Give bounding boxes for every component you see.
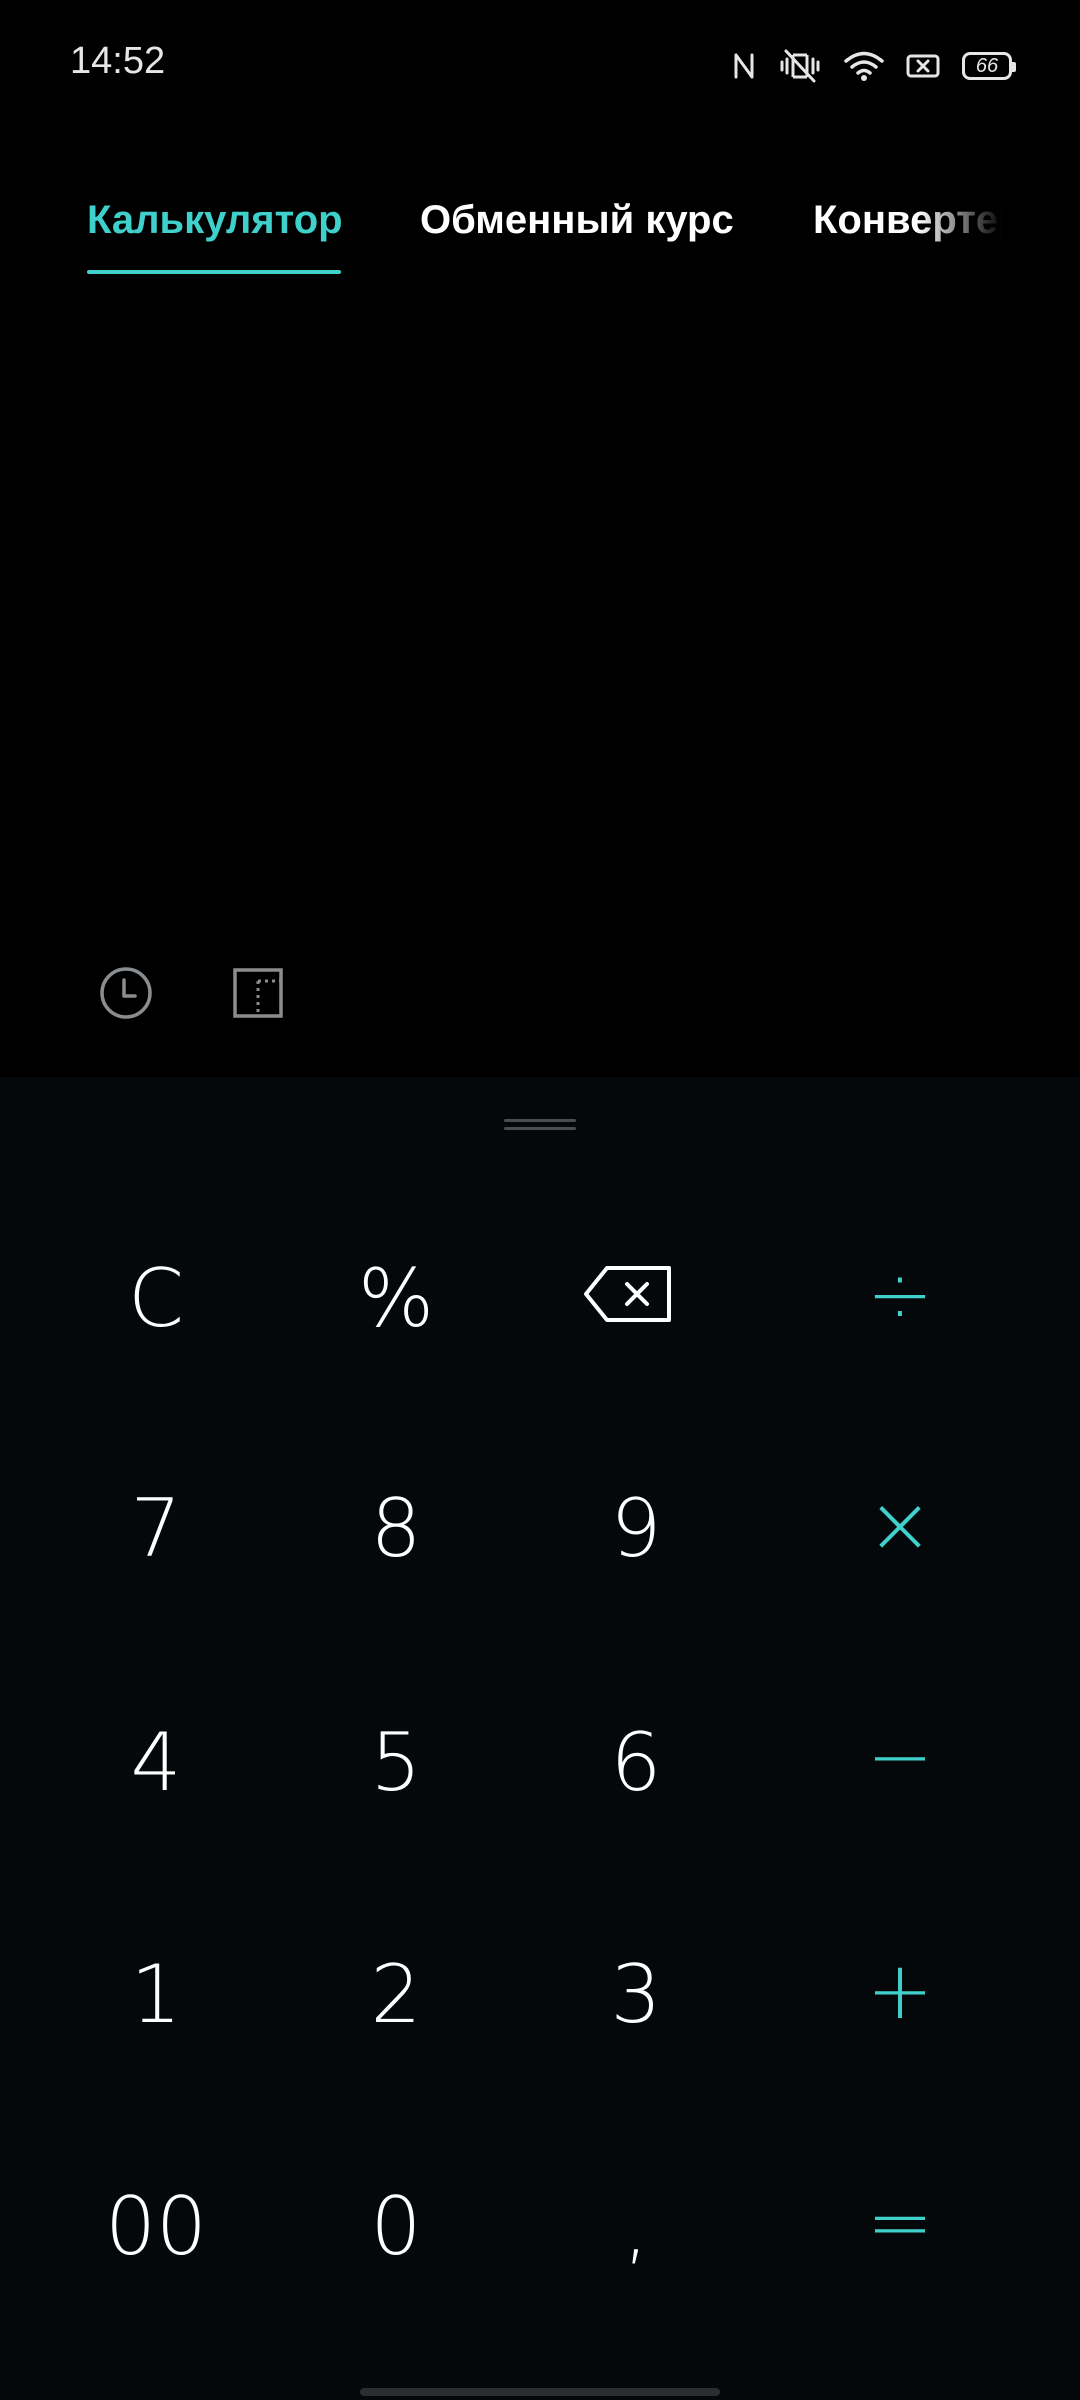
key-label: ÷ (866, 1248, 934, 1341)
divide-button[interactable]: ÷ (800, 1195, 1000, 1395)
backspace-icon (583, 1249, 673, 1342)
active-tab-indicator (87, 270, 341, 274)
key-label: 2 (370, 1948, 422, 2041)
tab-calculator[interactable]: Калькулятор (87, 198, 343, 243)
wifi-icon (844, 50, 884, 82)
key-label: 7 (130, 1482, 182, 1575)
digit-0-button[interactable]: 0 (296, 2127, 496, 2327)
scientific-toggle-icon (232, 967, 284, 1024)
digit-2-button[interactable]: 2 (296, 1895, 496, 2095)
key-label: 4 (130, 1716, 182, 1809)
backspace-button[interactable] (528, 1195, 728, 1395)
drag-handle[interactable] (504, 1117, 576, 1133)
status-icons: 66 (732, 44, 1016, 88)
digit-8-button[interactable]: 8 (296, 1429, 496, 1629)
key-label: 9 (610, 1482, 662, 1575)
digit-6-button[interactable]: 6 (536, 1663, 736, 1863)
key-label: 00 (105, 2180, 207, 2273)
key-label: 6 (610, 1716, 662, 1809)
scientific-mode-button[interactable] (223, 960, 293, 1030)
key-label: 0 (370, 2180, 422, 2273)
nfc-icon (732, 51, 756, 81)
digit-5-button[interactable]: 5 (296, 1663, 496, 1863)
double-zero-button[interactable]: 00 (56, 2127, 256, 2327)
key-label: 8 (370, 1482, 422, 1575)
multiply-button[interactable]: × (800, 1425, 1000, 1625)
battery-icon: 66 (962, 52, 1016, 80)
minus-button[interactable]: − (800, 1657, 1000, 1857)
digit-3-button[interactable]: 3 (536, 1895, 736, 2095)
equals-button[interactable]: = (800, 2123, 1000, 2323)
key-label: 5 (370, 1716, 422, 1809)
vibrate-icon (778, 49, 822, 83)
clock-icon (98, 965, 154, 1026)
mode-tabs: Калькулятор Обменный курс Конвертер (0, 190, 1080, 290)
digit-4-button[interactable]: 4 (56, 1663, 256, 1863)
history-button[interactable] (91, 960, 161, 1030)
gesture-navigation-bar[interactable] (360, 2388, 720, 2396)
digit-9-button[interactable]: 9 (536, 1429, 736, 1629)
key-label: , (623, 2180, 649, 2273)
screen-record-icon (906, 52, 940, 80)
key-label: − (866, 1710, 934, 1803)
clear-button[interactable]: C (56, 1199, 256, 1399)
key-label: = (866, 2176, 934, 2269)
key-label: 3 (610, 1948, 662, 2041)
key-label: + (866, 1944, 934, 2037)
keypad-panel: C % ÷ 7 8 9 × 4 5 6 − 1 2 3 + 00 0 , = (0, 1077, 1080, 2400)
key-label: × (866, 1478, 934, 1571)
key-label: C (128, 1252, 184, 1345)
key-label: 1 (130, 1948, 182, 2041)
plus-button[interactable]: + (800, 1891, 1000, 2091)
status-bar: 14:52 66 (0, 0, 1080, 130)
status-time: 14:52 (70, 40, 166, 82)
digit-1-button[interactable]: 1 (56, 1895, 256, 2095)
decimal-comma-button[interactable]: , (536, 2127, 736, 2327)
tab-converter[interactable]: Конвертер (813, 198, 1003, 243)
digit-7-button[interactable]: 7 (56, 1429, 256, 1629)
tab-exchange-rate[interactable]: Обменный курс (420, 198, 734, 243)
percent-button[interactable]: % (296, 1199, 496, 1399)
key-label: % (357, 1252, 434, 1345)
